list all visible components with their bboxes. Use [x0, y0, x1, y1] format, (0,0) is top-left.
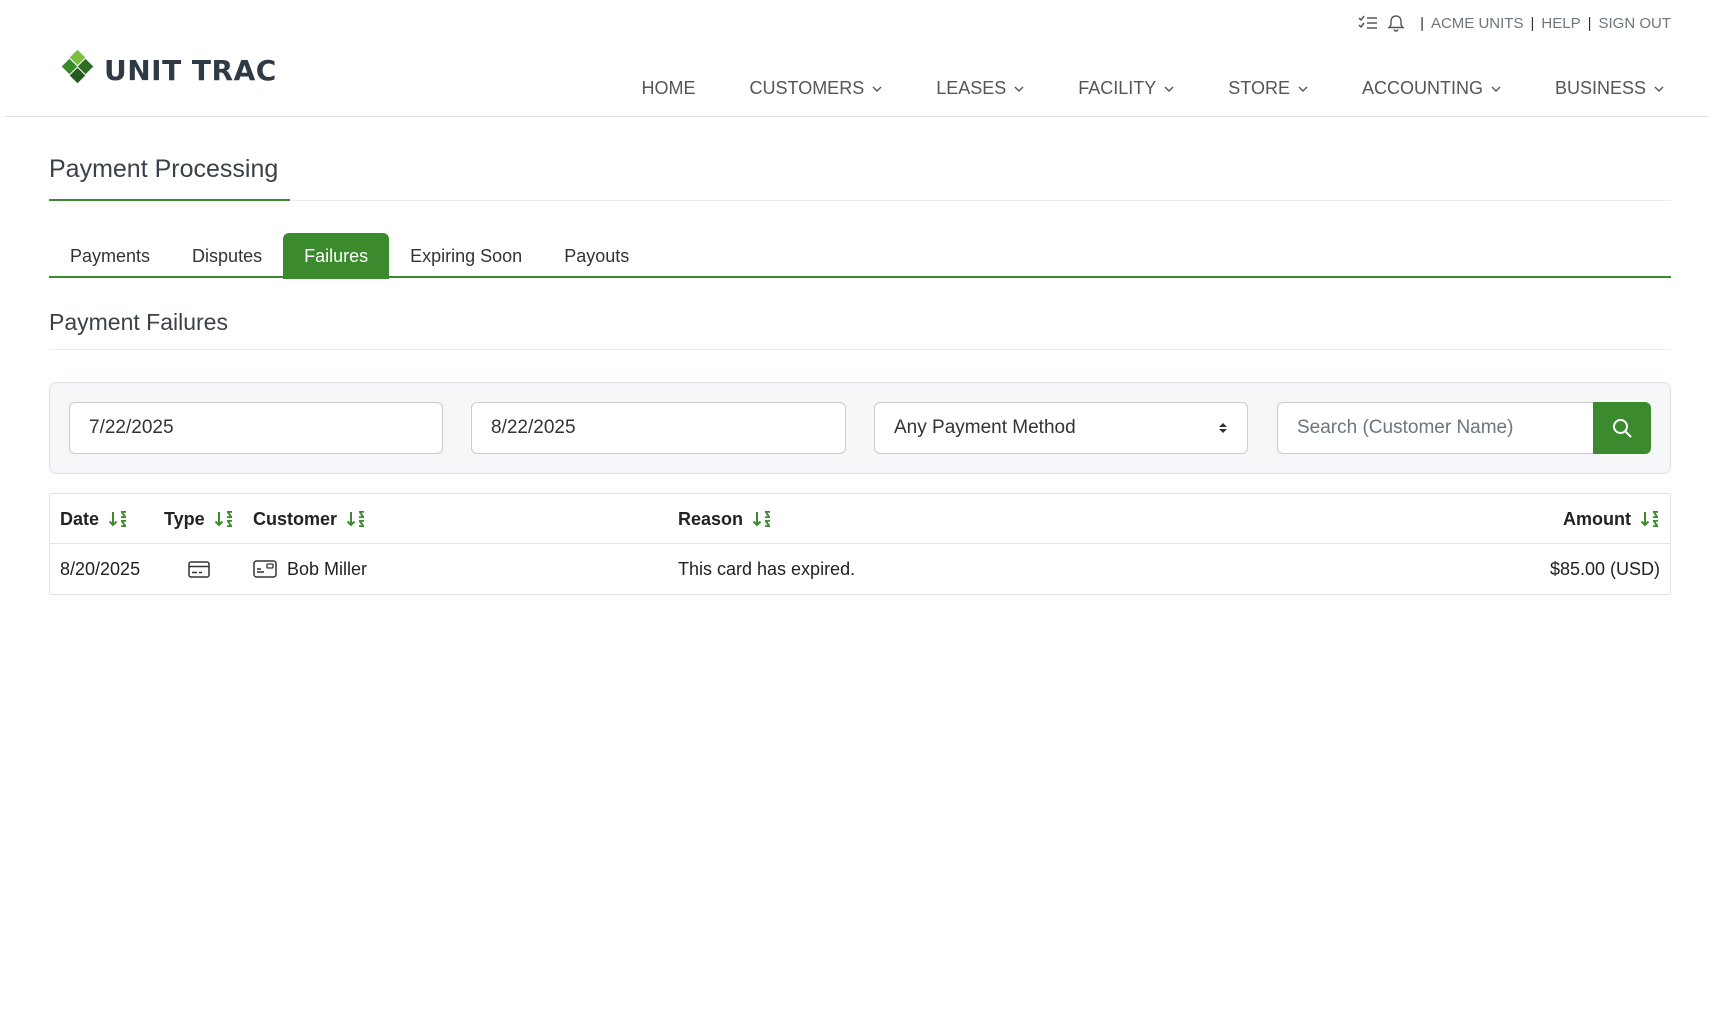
- brand-name: UNIT TRAC: [104, 53, 277, 87]
- chevron-down-icon: [1014, 86, 1024, 92]
- chevron-down-icon: [872, 86, 882, 92]
- nav-accounting[interactable]: ACCOUNTING: [1362, 78, 1501, 99]
- cell-date: 8/20/2025: [60, 558, 141, 579]
- filter-panel: Any Payment Method: [49, 382, 1671, 474]
- start-date-field[interactable]: [69, 402, 443, 454]
- column-header-date[interactable]: Date: [60, 494, 128, 544]
- nav-business[interactable]: BUSINESS: [1555, 78, 1664, 99]
- column-label: Amount: [1563, 508, 1631, 529]
- payment-method-value: Any Payment Method: [894, 417, 1076, 438]
- tab-payments[interactable]: Payments: [49, 233, 171, 279]
- cell-reason: This card has expired.: [678, 558, 856, 579]
- tab-divider: [49, 276, 1671, 278]
- chevron-down-icon: [1491, 86, 1501, 92]
- search-icon: [1613, 419, 1632, 438]
- sort-icon: [346, 511, 365, 527]
- start-date-input[interactable]: [89, 417, 423, 439]
- nav-label: LEASES: [936, 78, 1007, 98]
- nav-facility[interactable]: FACILITY: [1078, 78, 1174, 99]
- chevron-down-icon: [1654, 86, 1664, 92]
- sort-icon: [214, 511, 232, 527]
- nav-label: FACILITY: [1078, 78, 1157, 98]
- select-arrows-icon: [1219, 423, 1227, 433]
- tab-payouts[interactable]: Payouts: [543, 233, 650, 279]
- column-label: Date: [60, 508, 100, 529]
- tab-expiring-soon[interactable]: Expiring Soon: [389, 233, 543, 279]
- column-label: Type: [164, 508, 205, 529]
- section-title: Payment Failures: [49, 309, 228, 335]
- cell-customer[interactable]: Bob Miller: [253, 544, 367, 594]
- nav-label: HOME: [641, 78, 696, 98]
- column-header-reason[interactable]: Reason: [678, 494, 772, 544]
- failures-table: Date Type Customer Reason Amount 8/20/20…: [49, 493, 1671, 595]
- nav-label: CUSTOMERS: [749, 78, 865, 98]
- tab-bar: Payments Disputes Failures Expiring Soon…: [49, 233, 650, 279]
- nav-label: STORE: [1228, 78, 1290, 98]
- payment-method-select[interactable]: Any Payment Method: [874, 402, 1248, 454]
- end-date-input[interactable]: [491, 417, 826, 439]
- chevron-down-icon: [1164, 86, 1174, 92]
- customer-search-input[interactable]: [1297, 417, 1574, 439]
- customer-card-icon: [253, 560, 277, 578]
- nav-leases[interactable]: LEASES: [936, 78, 1024, 99]
- page-title: Payment Processing: [49, 155, 279, 183]
- sort-icon: [1640, 511, 1658, 527]
- column-header-customer[interactable]: Customer: [253, 494, 366, 544]
- tab-disputes[interactable]: Disputes: [171, 233, 283, 279]
- table-header-row: Date Type Customer Reason Amount: [50, 494, 1670, 544]
- column-label: Reason: [678, 508, 744, 529]
- nav-customers[interactable]: CUSTOMERS: [750, 78, 883, 99]
- cell-amount: $85.00 (USD): [1549, 558, 1660, 579]
- column-header-type[interactable]: Type: [164, 494, 234, 544]
- chevron-down-icon: [1298, 86, 1308, 92]
- credit-card-icon: [188, 544, 210, 594]
- end-date-field[interactable]: [471, 402, 846, 454]
- section-divider: [49, 349, 1671, 350]
- nav-label: ACCOUNTING: [1361, 78, 1483, 98]
- nav-home[interactable]: HOME: [642, 78, 696, 99]
- table-row[interactable]: 8/20/2025 Bob Miller This card has expir…: [50, 544, 1670, 594]
- title-underline: [49, 199, 290, 201]
- nav-store[interactable]: STORE: [1228, 78, 1308, 99]
- header: UNIT TRAC HOME CUSTOMERS LEASES FACILITY…: [5, 0, 1709, 117]
- sort-icon: [752, 511, 771, 527]
- logo-mark-icon: [61, 50, 94, 84]
- customer-search-field[interactable]: [1277, 402, 1594, 454]
- logo[interactable]: UNIT TRAC: [58, 50, 277, 90]
- tab-failures[interactable]: Failures: [283, 233, 390, 279]
- title-divider: [290, 200, 1671, 201]
- search-button[interactable]: [1593, 402, 1651, 454]
- customer-name: Bob Miller: [287, 558, 368, 579]
- column-header-amount[interactable]: Amount: [1563, 494, 1660, 544]
- column-label: Customer: [253, 508, 338, 529]
- sort-icon: [108, 511, 127, 527]
- nav-label: BUSINESS: [1554, 78, 1646, 98]
- main-nav: HOME CUSTOMERS LEASES FACILITY STORE ACC…: [642, 78, 1664, 99]
